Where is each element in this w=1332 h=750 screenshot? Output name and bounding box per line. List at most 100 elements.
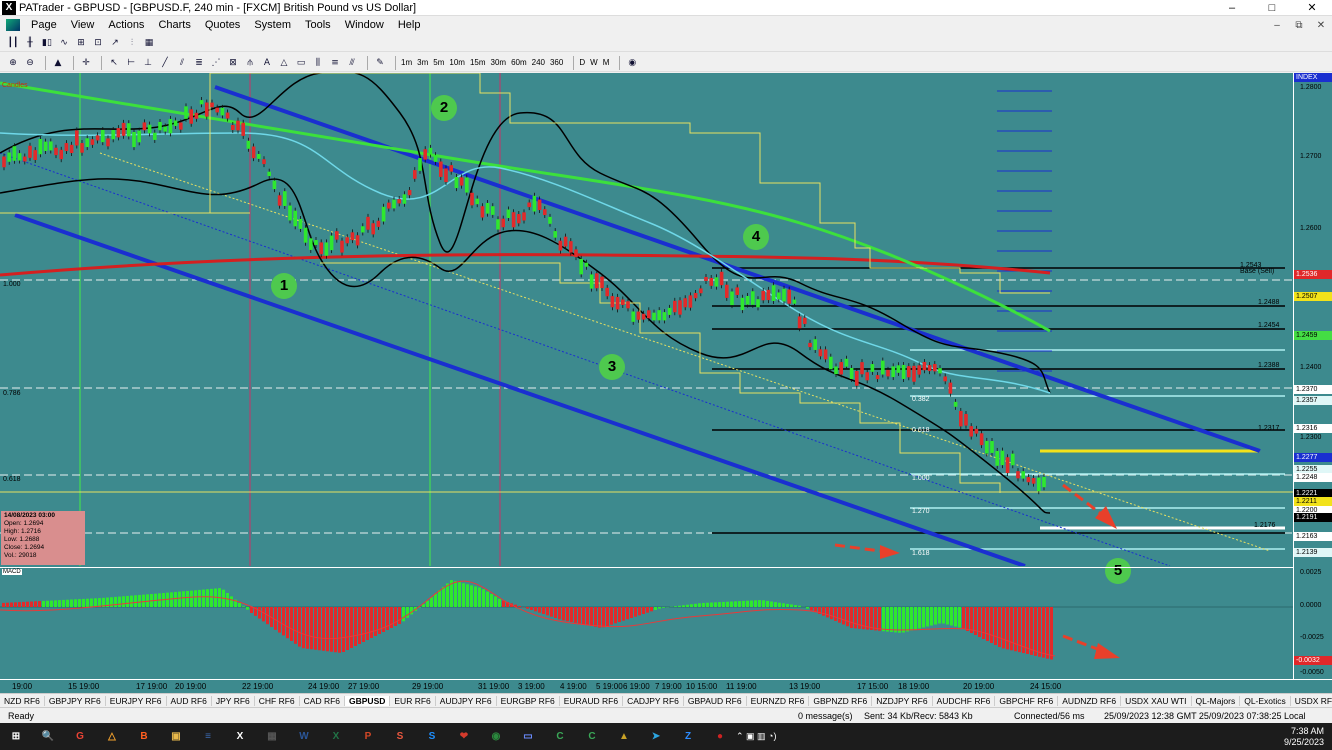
- fit-chart-icon[interactable]: ⊡: [91, 36, 105, 50]
- taskbar-app-icon[interactable]: B: [133, 727, 155, 747]
- symbol-tab[interactable]: GBPJPY RF6: [45, 695, 106, 706]
- macd-panel[interactable]: MACD: [0, 567, 1293, 679]
- symbol-tab[interactable]: CHF RF6: [255, 695, 300, 706]
- timeframe-1m[interactable]: 1m: [401, 58, 412, 67]
- symbol-tab[interactable]: USDX XAU WTI: [1121, 695, 1192, 706]
- symbol-tab[interactable]: CAD RF6: [300, 695, 346, 706]
- timeframe-3m[interactable]: 3m: [417, 58, 428, 67]
- regression-icon[interactable]: ⫻: [345, 56, 359, 70]
- period-weekly[interactable]: W: [590, 58, 598, 67]
- tray-icons[interactable]: ⌃ ▣ ▥ ◔): [736, 731, 776, 742]
- taskbar-app-icon[interactable]: ●: [709, 727, 731, 747]
- trendline-icon[interactable]: ╱: [158, 56, 172, 70]
- menu-system[interactable]: System: [247, 19, 298, 31]
- gann-icon[interactable]: ⊠: [226, 56, 240, 70]
- cycle-tool-icon[interactable]: ⫼: [311, 56, 325, 70]
- timeframe-240[interactable]: 240: [532, 58, 545, 67]
- symbol-tab[interactable]: AUD RF6: [167, 695, 212, 706]
- chart-window[interactable]: Candles 1.000 0.786 0.618 1.2543 Base (S…: [0, 73, 1332, 693]
- symbol-tab[interactable]: EURGBP RF6: [497, 695, 560, 706]
- fibonacci-icon[interactable]: ≣: [192, 56, 206, 70]
- ohlc-chart-icon[interactable]: ╫: [23, 36, 37, 50]
- timeframe-5m[interactable]: 5m: [433, 58, 444, 67]
- menu-quotes[interactable]: Quotes: [198, 19, 247, 31]
- symbol-tab[interactable]: GBPCHF RF6: [995, 695, 1059, 706]
- symbol-tab[interactable]: GBPAUD RF6: [684, 695, 747, 706]
- macd-canvas[interactable]: [0, 568, 1293, 680]
- period-daily[interactable]: D: [579, 58, 585, 67]
- channel-icon[interactable]: ⫽: [175, 56, 189, 70]
- close-button[interactable]: ✕: [1292, 1, 1332, 14]
- fib-fan-icon[interactable]: ⋰: [209, 56, 223, 70]
- symbol-tab[interactable]: JPY RF6: [212, 695, 255, 706]
- edit-drawing-icon[interactable]: ✎: [373, 56, 387, 70]
- taskbar-app-icon[interactable]: X: [229, 727, 251, 747]
- indicator-chart-icon[interactable]: ⫶: [125, 36, 139, 50]
- timeframe-60m[interactable]: 60m: [511, 58, 527, 67]
- taskbar-app-icon[interactable]: G: [69, 727, 91, 747]
- system-clock[interactable]: 7:38 AM 9/25/2023: [1284, 726, 1332, 748]
- pitchfork-icon[interactable]: ⫛: [243, 56, 257, 70]
- taskbar-app-icon[interactable]: W: [293, 727, 315, 747]
- grid-chart-icon[interactable]: ▦: [142, 36, 156, 50]
- taskbar-app-icon[interactable]: P: [357, 727, 379, 747]
- symbol-tab[interactable]: EURJPY RF6: [106, 695, 167, 706]
- taskbar-app-icon[interactable]: X: [325, 727, 347, 747]
- symbol-tab[interactable]: QL-Majors: [1192, 695, 1241, 706]
- pointer-icon[interactable]: ↖: [107, 56, 121, 70]
- price-axis[interactable]: INDEX 1.2800 1.2700 1.2600 1.2400 1.2300…: [1293, 73, 1332, 679]
- symbol-tab[interactable]: QL-Exotics: [1240, 695, 1291, 706]
- taskbar-app-icon[interactable]: C: [581, 727, 603, 747]
- status-messages[interactable]: 0 message(s): [790, 711, 856, 721]
- mdi-minimize-button[interactable]: –: [1266, 20, 1288, 31]
- taskbar-app-icon[interactable]: ▲: [613, 727, 635, 747]
- crosshair-icon[interactable]: ✛: [79, 56, 93, 70]
- taskbar-app-icon[interactable]: ❤: [453, 727, 475, 747]
- menu-actions[interactable]: Actions: [101, 19, 151, 31]
- menu-tools[interactable]: Tools: [298, 19, 338, 31]
- minimize-button[interactable]: –: [1212, 2, 1252, 14]
- candle-chart-icon[interactable]: ▮▯: [40, 36, 54, 50]
- maximize-button[interactable]: □: [1252, 2, 1292, 14]
- timeframe-360[interactable]: 360: [550, 58, 563, 67]
- chart-wizard-icon[interactable]: ▲: [51, 56, 65, 70]
- horizontal-line-icon[interactable]: ⊢: [124, 56, 138, 70]
- taskbar-app-icon[interactable]: ◉: [485, 727, 507, 747]
- taskbar-app-icon[interactable]: ▣: [165, 727, 187, 747]
- taskbar-app-icon[interactable]: Z: [677, 727, 699, 747]
- menu-window[interactable]: Window: [338, 19, 391, 31]
- zoom-in-icon[interactable]: ⊕: [6, 56, 20, 70]
- symbol-tab[interactable]: GBPNZD RF6: [809, 695, 873, 706]
- speed-lines-icon[interactable]: ≡: [328, 56, 342, 70]
- sync-icon[interactable]: ◉: [625, 56, 639, 70]
- symbol-tab[interactable]: NZD RF6: [0, 695, 45, 706]
- timeframe-30m[interactable]: 30m: [491, 58, 507, 67]
- taskbar-app-icon[interactable]: 🔍: [37, 727, 59, 747]
- symbol-tab[interactable]: AUDCHF RF6: [933, 695, 996, 706]
- symbol-tab[interactable]: EURNZD RF6: [747, 695, 810, 706]
- symbol-tab[interactable]: EUR RF6: [390, 695, 436, 706]
- timeframe-10m[interactable]: 10m: [449, 58, 465, 67]
- time-axis[interactable]: 19:00 15 19:00 17 19:00 20 19:00 22 19:00 24 …: [0, 679, 1332, 693]
- price-panel[interactable]: Candles 1.000 0.786 0.618 1.2543 Base (S…: [0, 73, 1293, 584]
- symbol-tab[interactable]: USDX RF6: [1291, 696, 1332, 706]
- mdi-restore-button[interactable]: ⧉: [1288, 20, 1310, 31]
- bar-chart-icon[interactable]: ┃┃: [6, 36, 20, 50]
- menu-help[interactable]: Help: [391, 19, 428, 31]
- timeframe-15m[interactable]: 15m: [470, 58, 486, 67]
- taskbar-app-icon[interactable]: S: [389, 727, 411, 747]
- taskbar-app-icon[interactable]: ➤: [645, 727, 667, 747]
- text-tool-icon[interactable]: A: [260, 56, 274, 70]
- taskbar-app-icon[interactable]: △: [101, 727, 123, 747]
- menu-view[interactable]: View: [64, 19, 102, 31]
- taskbar-app-icon[interactable]: ⊞: [5, 727, 27, 747]
- symbol-tab[interactable]: EURAUD RF6: [560, 695, 624, 706]
- document-icon[interactable]: [6, 19, 20, 31]
- price-chart-canvas[interactable]: [0, 73, 1293, 566]
- taskbar-app-icon[interactable]: S: [421, 727, 443, 747]
- symbol-tab[interactable]: CADJPY RF6: [623, 695, 684, 706]
- trend-chart-icon[interactable]: ↗: [108, 36, 122, 50]
- taskbar-app-icon[interactable]: ▦: [261, 727, 283, 747]
- zoom-chart-icon[interactable]: ⊞: [74, 36, 88, 50]
- symbol-tab[interactable]: NZDJPY RF6: [872, 695, 933, 706]
